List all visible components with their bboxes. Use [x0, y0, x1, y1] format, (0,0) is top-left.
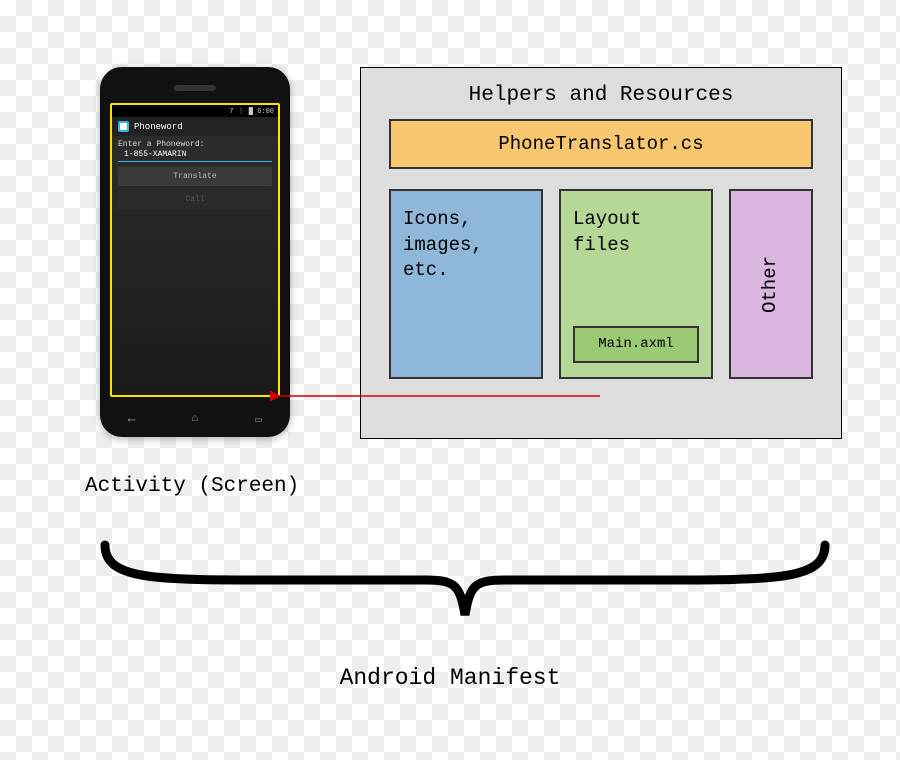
box-icons: Icons, images, etc. — [389, 189, 543, 379]
resources-panel: Helpers and Resources PhoneTranslator.cs… — [360, 67, 842, 439]
phone-mockup: 7 ⋮ █ 6:00 Phoneword Enter a Phoneword: … — [100, 67, 290, 437]
panel-title: Helpers and Resources — [361, 84, 841, 107]
status-bar: 7 ⋮ █ 6:00 — [112, 105, 278, 117]
phone-nav: ⟵ ⌂ ▭ — [100, 413, 290, 427]
status-right: 7 ⋮ █ 6:00 — [229, 107, 274, 116]
caption-manifest: Android Manifest — [0, 665, 900, 691]
caption-activity: Activity (Screen) — [85, 475, 299, 498]
translate-button[interactable]: Translate — [118, 167, 272, 186]
input-label: Enter a Phoneword: — [112, 136, 278, 150]
phone-screen: 7 ⋮ █ 6:00 Phoneword Enter a Phoneword: … — [110, 103, 280, 397]
home-icon[interactable]: ⌂ — [192, 413, 199, 427]
phone-speaker — [174, 85, 216, 91]
back-icon[interactable]: ⟵ — [128, 413, 135, 427]
file-main-axml: Main.axml — [573, 326, 699, 363]
brace-icon — [95, 535, 835, 645]
box-other: Other — [729, 189, 813, 379]
phoneword-input[interactable]: 1-855-XAMARIN — [118, 150, 272, 162]
app-bar: Phoneword — [112, 117, 278, 136]
box-layout: Layout files Main.axml — [559, 189, 713, 379]
app-icon — [118, 121, 129, 132]
app-title: Phoneword — [134, 122, 183, 132]
resource-row: Icons, images, etc. Layout files Main.ax… — [389, 189, 813, 379]
arrow-layout-to-screen — [275, 390, 605, 410]
file-phonetranslator: PhoneTranslator.cs — [389, 119, 813, 169]
box-layout-label: Layout files — [573, 208, 641, 256]
recent-icon[interactable]: ▭ — [255, 413, 262, 427]
call-button[interactable]: Call — [118, 190, 272, 209]
